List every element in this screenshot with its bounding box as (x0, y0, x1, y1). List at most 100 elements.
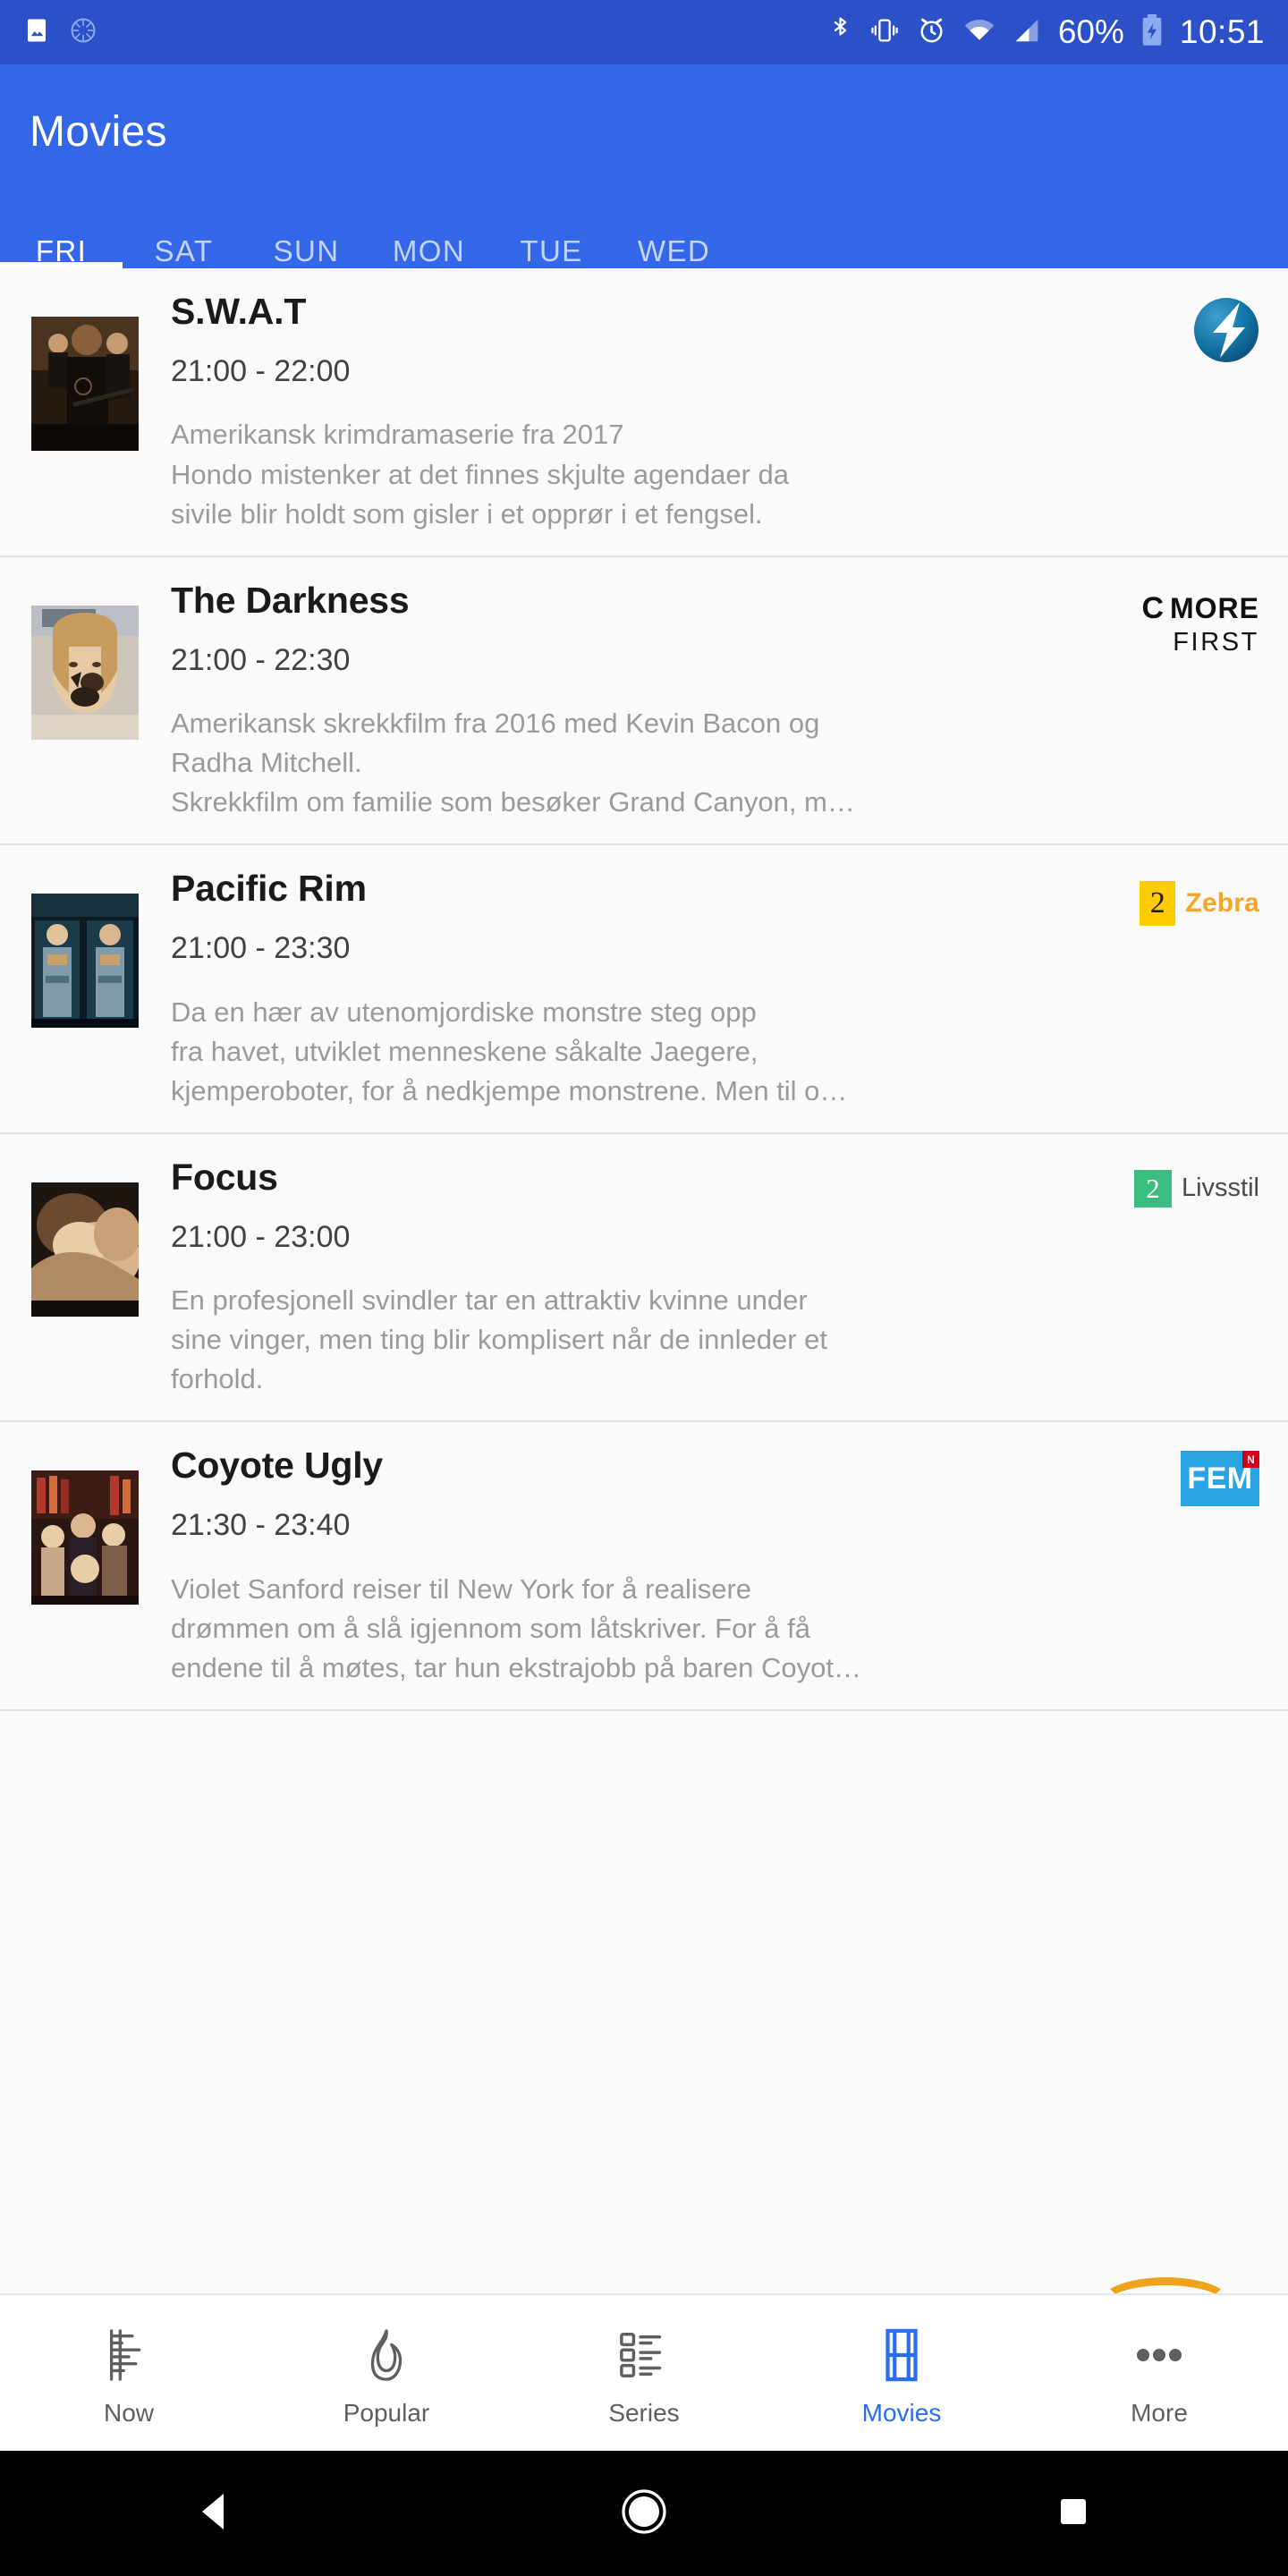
livsstil-number-badge: 2 (1133, 1169, 1172, 1208)
circle-home-icon (621, 2488, 667, 2539)
clock-label: 10:51 (1179, 13, 1265, 50)
channel-logo-fem: FEM N (1152, 1445, 1259, 1688)
desc-line: drømmen om å slå igjennom som låtskriver… (171, 1612, 810, 1644)
nav-item-more[interactable]: More (1030, 2320, 1288, 2426)
desc-line: Amerikansk krimdramaserie fra 2017 (171, 419, 624, 451)
list-item[interactable]: The Darkness 21:00 - 22:30 Amerikansk sk… (0, 556, 1288, 846)
desc-line: Amerikansk skrekkfilm fra 2016 med Kevin… (171, 708, 820, 740)
nav-label: Now (103, 2399, 154, 2427)
channel-logo-cmore-first: C MORE FIRST (1141, 580, 1259, 823)
listing-description: Violet Sanford reiser til New York for å… (171, 1570, 1143, 1688)
list-item[interactable]: S.W.A.T 21:00 - 22:00 Amerikansk krimdra… (0, 268, 1288, 557)
desc-line: kjemperoboter, for å nedkjempe monstrene… (171, 1074, 848, 1106)
app-bar: Movies FRI SAT SUN MON TUE WED (0, 64, 1288, 268)
desc-line: Violet Sanford reiser til New York for å… (171, 1572, 752, 1605)
film-strip-icon (880, 2327, 923, 2383)
nav-item-now[interactable]: Now (0, 2320, 258, 2426)
photo-icon (23, 17, 50, 48)
listing-time: 21:30 - 23:40 (171, 1508, 351, 1543)
tab-label: SAT (154, 234, 214, 267)
bottom-navigation[interactable]: Now Popular Series Movies More (0, 2293, 1288, 2451)
now-bars-icon (104, 2327, 154, 2383)
listing-time: 21:00 - 23:00 (171, 1219, 351, 1254)
listing-body: Coyote Ugly 21:30 - 23:40 Violet Sanford… (139, 1445, 1152, 1688)
listing-title: The Darkness (171, 580, 410, 621)
cmore-c-mark: C (1141, 590, 1165, 625)
list-item[interactable]: Focus 21:00 - 23:00 En profesjonell svin… (0, 1133, 1288, 1423)
tab-tue[interactable]: TUE (490, 234, 613, 268)
listing-time: 21:00 - 23:30 (171, 931, 351, 966)
tab-label: WED (637, 234, 711, 267)
zebra-name-label: Zebra (1185, 888, 1259, 919)
tab-sun[interactable]: SUN (245, 234, 368, 268)
listing-body: S.W.A.T 21:00 - 22:00 Amerikansk krimdra… (139, 292, 1152, 534)
listing-body: Pacific Rim 21:00 - 23:30 Da en hær av u… (139, 869, 1140, 1111)
tab-wed[interactable]: WED (613, 234, 735, 268)
nav-label: Movies (861, 2399, 942, 2427)
nav-item-popular[interactable]: Popular (258, 2320, 515, 2426)
nav-label: More (1131, 2399, 1188, 2427)
list-item[interactable]: Coyote Ugly 21:30 - 23:40 Violet Sanford… (0, 1422, 1288, 1711)
channel-logo-livsstil: 2 Livsstil (1133, 1157, 1259, 1400)
channel-logo-tv4 (1152, 292, 1259, 534)
bluetooth-icon (828, 15, 852, 50)
square-recents-icon (1055, 2494, 1091, 2534)
cmore-more-label: MORE (1170, 591, 1259, 624)
page-title: Movies (30, 108, 167, 156)
desc-line: En profesjonell svindler tar en attrakti… (171, 1284, 808, 1317)
poster-thumbnail (31, 1470, 139, 1606)
nav-item-movies[interactable]: Movies (773, 2320, 1030, 2426)
recents-button[interactable] (1020, 2451, 1127, 2576)
home-button[interactable] (590, 2451, 698, 2576)
alarm-icon (917, 15, 946, 49)
poster-thumbnail (31, 605, 139, 740)
desc-line: endene til å møtes, tar hun ekstrajobb p… (171, 1651, 861, 1683)
day-tabs[interactable]: FRI SAT SUN MON TUE WED (0, 234, 1288, 268)
movie-listings[interactable]: S.W.A.T 21:00 - 22:00 Amerikansk krimdra… (0, 268, 1288, 2293)
nav-item-series[interactable]: Series (515, 2320, 773, 2426)
poster-thumbnail (31, 1182, 139, 1317)
listing-title: Pacific Rim (171, 869, 367, 910)
livsstil-name-label: Livsstil (1181, 1174, 1259, 1203)
tab-fri[interactable]: FRI (0, 234, 123, 268)
listing-description: Amerikansk krimdramaserie fra 2017 Hondo… (171, 415, 1143, 533)
tab-sat[interactable]: SAT (123, 234, 245, 268)
status-bar-system-icons: 60% 10:51 (828, 13, 1265, 51)
signal-icon (1013, 17, 1041, 48)
desc-line: fra havet, utviklet menneskene såkalte J… (171, 1035, 758, 1067)
desc-line: Skrekkfilm om familie som besøker Grand … (171, 786, 855, 818)
back-button[interactable] (161, 2451, 268, 2576)
listing-title: S.W.A.T (171, 292, 307, 332)
listing-description: Da en hær av utenomjordiske monstre steg… (171, 993, 1131, 1111)
desc-line: Radha Mitchell. (171, 747, 362, 779)
desc-line: sine vinger, men ting blir komplisert nå… (171, 1324, 828, 1356)
poster-thumbnail (31, 317, 139, 451)
listing-description: En profesjonell svindler tar en attrakti… (171, 1281, 1125, 1399)
tv4-sphere-icon (1194, 298, 1258, 362)
desc-line: sivile blir holdt som gisler i et opprør… (171, 497, 763, 530)
battery-percent-label: 60% (1057, 13, 1124, 50)
tab-label: MON (392, 234, 466, 267)
compass-icon (70, 17, 97, 48)
listing-body: Focus 21:00 - 23:00 En profesjonell svin… (139, 1157, 1134, 1400)
partial-channel-logo-arc (1098, 2277, 1233, 2293)
battery-charging-icon (1141, 13, 1163, 51)
status-bar: 60% 10:51 (0, 0, 1288, 64)
listing-title: Coyote Ugly (171, 1445, 383, 1487)
android-navigation-bar[interactable] (0, 2451, 1288, 2576)
vibrate-icon (869, 16, 900, 49)
tab-label: FRI (35, 234, 88, 267)
flame-icon (363, 2327, 410, 2383)
next-listing-peek[interactable] (0, 2267, 1288, 2293)
listing-time: 21:00 - 22:30 (171, 642, 351, 677)
tab-mon[interactable]: MON (368, 234, 490, 268)
listing-body: The Darkness 21:00 - 22:30 Amerikansk sk… (139, 580, 1141, 823)
poster-thumbnail (31, 894, 139, 1029)
wifi-icon (963, 17, 996, 48)
app-root: 60% 10:51 Movies FRI SAT SUN MON TUE WED (0, 0, 1288, 2576)
nav-label: Popular (343, 2399, 430, 2427)
fem-n-badge: N (1242, 1451, 1259, 1469)
zebra-number-badge: 2 (1140, 881, 1176, 927)
desc-line: forhold. (171, 1363, 264, 1395)
list-item[interactable]: Pacific Rim 21:00 - 23:30 Da en hær av u… (0, 845, 1288, 1134)
